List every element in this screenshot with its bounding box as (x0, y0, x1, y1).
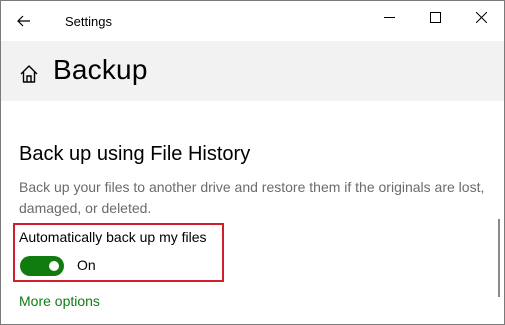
close-button[interactable] (458, 1, 504, 33)
window-controls (366, 1, 504, 33)
maximize-icon (429, 11, 441, 23)
settings-window: Settings Backup Back up using File Histo… (0, 0, 505, 325)
close-icon (475, 11, 487, 23)
section-description: Back up your files to another drive and … (19, 179, 485, 216)
page-header: Backup (1, 41, 504, 101)
back-button[interactable] (1, 1, 47, 41)
home-icon[interactable] (19, 64, 39, 84)
toggle-label: Automatically back up my files (19, 229, 207, 245)
section-title: Back up using File History (19, 143, 251, 165)
auto-backup-toggle[interactable] (20, 256, 64, 276)
toggle-knob (49, 261, 59, 271)
main-content: Back up using File History Back up your … (1, 101, 504, 324)
page-title: Backup (53, 54, 148, 85)
back-arrow-icon (17, 15, 30, 27)
app-title: Settings (65, 13, 112, 29)
minimize-button[interactable] (366, 1, 412, 33)
minimize-icon (383, 16, 395, 18)
maximize-button[interactable] (412, 1, 458, 33)
title-bar: Settings (1, 1, 504, 41)
more-options-link[interactable]: More options (19, 293, 100, 309)
scrollbar[interactable] (498, 219, 500, 297)
toggle-state-label: On (77, 257, 96, 273)
